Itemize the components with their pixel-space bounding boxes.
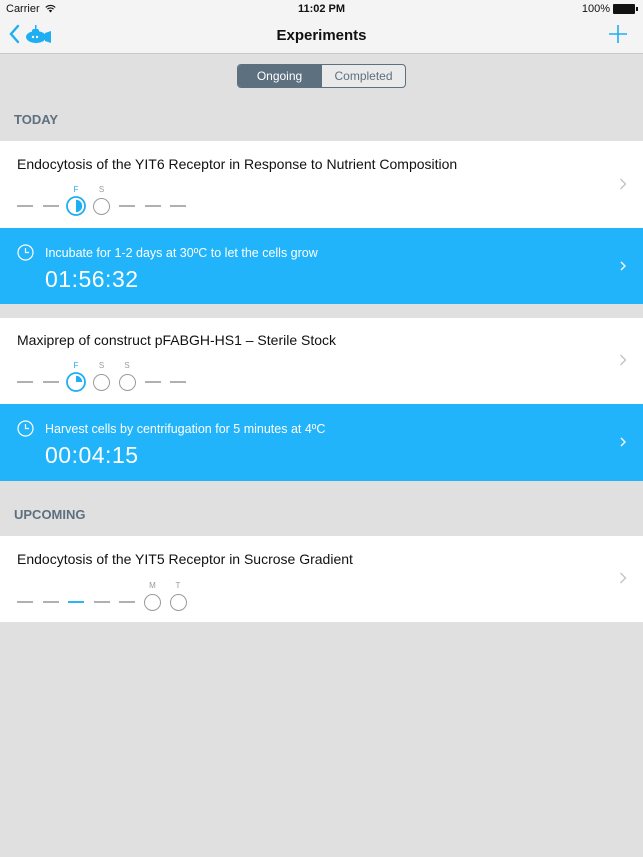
day-label: T (175, 581, 181, 590)
day-dash (42, 205, 59, 207)
countdown-timer: 01:56:32 (45, 266, 139, 292)
day-dash (93, 601, 110, 603)
day-dash (170, 381, 186, 383)
day-progress-circle (66, 196, 86, 216)
segment-completed[interactable]: Completed (321, 65, 405, 87)
battery-indicator: 100% (581, 3, 638, 15)
day-dash (17, 601, 33, 603)
chevron-right-icon (620, 437, 626, 447)
day-dash (17, 205, 33, 207)
status-bar: Carrier 11:02 PM 100% (0, 0, 643, 18)
day-label: F (73, 185, 79, 194)
day-circle (118, 373, 136, 391)
day-label: F (73, 361, 79, 370)
day-circle (93, 197, 110, 215)
step-description: Harvest cells by centrifugation for 5 mi… (45, 422, 326, 436)
experiment-card[interactable]: Endocytosis of the YIT6 Receptor in Resp… (0, 141, 643, 228)
day-dash (42, 381, 59, 383)
experiment-card[interactable]: Maxiprep of construct pFABGH-HS1 – Steri… (0, 318, 643, 404)
chevron-right-icon (620, 354, 627, 366)
day-progress-circle (66, 372, 86, 392)
back-button[interactable] (8, 24, 52, 44)
clock-icon (17, 420, 34, 437)
status-time: 11:02 PM (297, 3, 346, 15)
battery-percent: 100% (581, 3, 610, 15)
chevron-left-icon (9, 24, 20, 44)
day-progress-fill (76, 199, 83, 213)
day-dash (119, 601, 135, 603)
day-dash (144, 205, 161, 207)
step-description: Incubate for 1-2 days at 30ºC to let the… (45, 246, 318, 260)
experiment-title: Endocytosis of the YIT6 Receptor in Resp… (17, 156, 458, 172)
chevron-right-icon (620, 572, 627, 584)
day-progress-fill (76, 375, 83, 382)
day-circle (93, 373, 110, 391)
day-label: S (98, 185, 105, 194)
segmented-control: Ongoing Completed (237, 64, 406, 88)
day-label: S (98, 361, 105, 370)
active-step-timer[interactable]: Harvest cells by centrifugation for 5 mi… (0, 404, 643, 481)
page-title: Experiments (276, 27, 367, 44)
experiment-card[interactable]: Endocytosis of the YIT5 Receptor in Sucr… (0, 536, 643, 622)
day-dash (17, 381, 33, 383)
navigation-bar: Experiments (0, 18, 643, 54)
segment-ongoing[interactable]: Ongoing (238, 65, 321, 87)
day-dash (68, 601, 84, 603)
experiment-title: Maxiprep of construct pFABGH-HS1 – Steri… (17, 332, 337, 348)
day-dash (42, 601, 59, 603)
day-dash (119, 205, 135, 207)
chevron-right-icon (620, 178, 627, 190)
day-circle (144, 593, 161, 611)
countdown-timer: 00:04:15 (45, 442, 139, 468)
day-dash (144, 381, 161, 383)
experiment-title: Endocytosis of the YIT5 Receptor in Sucr… (17, 551, 353, 567)
day-circle (169, 593, 187, 611)
chevron-right-icon (620, 261, 626, 271)
day-label: M (149, 581, 156, 590)
section-header-today: TODAY (14, 112, 59, 127)
battery-icon (613, 4, 638, 14)
day-label: S (124, 361, 130, 370)
clock-icon (17, 244, 34, 261)
active-step-timer[interactable]: Incubate for 1-2 days at 30ºC to let the… (0, 228, 643, 304)
add-experiment-button[interactable] (607, 23, 629, 45)
section-header-upcoming: UPCOMING (14, 507, 86, 522)
day-dash (170, 205, 186, 207)
submarine-icon (26, 25, 51, 43)
